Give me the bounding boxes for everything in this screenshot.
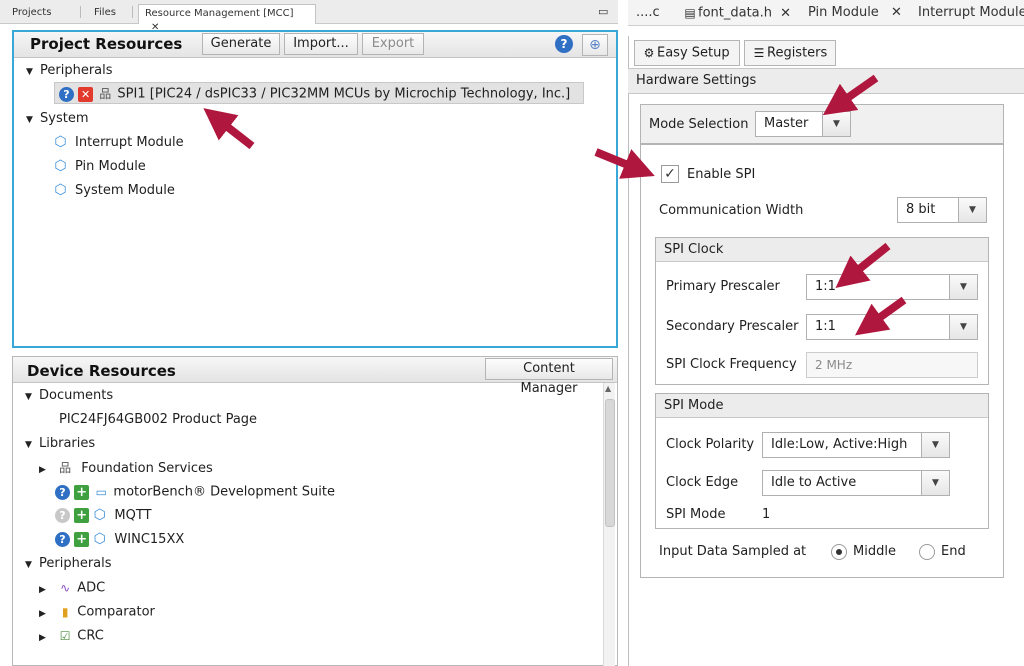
annotation-arrows <box>203 74 907 336</box>
annotation-arrow-primary <box>835 242 891 288</box>
annotation-arrow-spi <box>203 108 255 150</box>
annotation-arrow-mode <box>822 74 879 116</box>
annotation-arrow-secondary <box>855 296 907 336</box>
annotation-arrow-enable <box>594 148 655 179</box>
